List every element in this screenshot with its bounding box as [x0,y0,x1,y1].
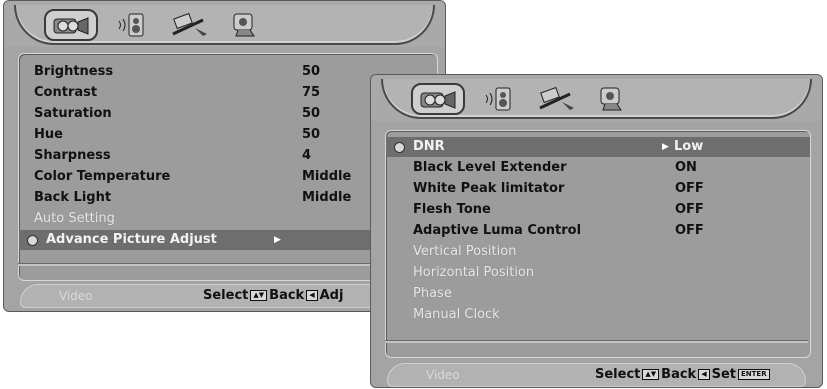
menu-item-horizontal-position: Horizontal Position [386,263,810,283]
divider [385,340,808,343]
status-bar: Video Select ▲▼ Back ◀ Set ENTER [387,363,806,387]
help-adj: Adj [319,288,344,303]
item-label: Back Light [34,190,112,205]
other-settings-icon[interactable] [591,84,633,114]
menu-tab-bar [4,1,445,47]
item-label: Advance Picture Adjust [46,232,217,247]
help-back: Back [269,288,305,303]
help-text: Select ▲▼ Back ◀ Set ENTER [595,367,772,382]
menu-item-flesh-tone[interactable]: Flesh Tone OFF [386,200,810,220]
up-down-key-icon: ▲▼ [250,290,268,301]
video-settings-icon[interactable] [44,9,98,41]
item-label: White Peak limitator [413,181,565,196]
menu-item-black-level-extender[interactable]: Black Level Extender ON [386,158,810,178]
item-label: Color Temperature [34,169,171,184]
item-label: Saturation [34,106,112,121]
audio-settings-icon[interactable] [479,84,521,114]
item-value: OFF [675,223,704,238]
setup-tools-icon[interactable] [535,84,577,114]
help-set: Set [711,367,736,382]
video-settings-icon[interactable] [411,83,465,115]
left-key-icon: ◀ [306,290,318,301]
menu-item-phase: Phase [386,284,810,304]
advance-settings-panel: DNR ▶ Low Black Level Extender ON White … [385,130,811,358]
item-value: 75 [302,85,321,100]
menu-item-manual-clock: Manual Clock [386,305,810,325]
menu-item-white-peak-limitator[interactable]: White Peak limitator OFF [386,179,810,199]
help-back: Back [661,367,697,382]
item-label: Contrast [34,85,98,100]
item-value: Low [674,139,704,154]
item-label: Vertical Position [413,244,517,259]
item-value: 50 [302,64,321,79]
help-text: Select ▲▼ Back ◀ Adj [203,288,343,303]
item-label: Auto Setting [34,211,115,226]
item-value: Middle [302,190,352,205]
item-label: Adaptive Luma Control [413,223,582,238]
item-label: Manual Clock [413,307,500,322]
item-label: Black Level Extender [413,160,567,175]
other-settings-icon[interactable] [224,10,266,40]
item-label: Hue [34,127,63,142]
menu-item-adaptive-luma-control[interactable]: Adaptive Luma Control OFF [386,221,810,241]
help-select: Select [595,367,641,382]
item-value: 4 [302,148,312,163]
setup-tools-icon[interactable] [168,10,210,40]
left-key-icon: ◀ [698,369,710,380]
item-value: 50 [302,127,321,142]
item-value: OFF [675,202,704,217]
menu-item-vertical-position: Vertical Position [386,242,810,262]
menu-tab-bar [371,75,822,121]
item-value: 50 [302,106,321,121]
enter-key-icon: ENTER [738,369,770,380]
source-mode: Video [426,368,460,382]
item-label: DNR [413,139,445,154]
item-value: Middle [302,169,352,184]
submenu-arrow-icon: ▶ [274,235,281,245]
advance-picture-adjust-window: DNR ▶ Low Black Level Extender ON White … [370,74,823,388]
item-label: Phase [413,286,452,301]
item-label: Brightness [34,64,114,79]
item-label: Horizontal Position [413,265,535,280]
value-arrow-icon: ▶ [662,142,669,152]
menu-item-dnr[interactable]: DNR ▶ Low [386,137,810,157]
item-label: Flesh Tone [413,202,491,217]
help-select: Select [203,288,249,303]
up-down-key-icon: ▲▼ [642,369,660,380]
item-value: ON [675,160,697,175]
selection-bullet-icon [27,235,38,246]
audio-settings-icon[interactable] [112,10,154,40]
selection-bullet-icon [394,142,405,153]
item-value: OFF [675,181,704,196]
source-mode: Video [59,289,93,303]
item-label: Sharpness [34,148,111,163]
